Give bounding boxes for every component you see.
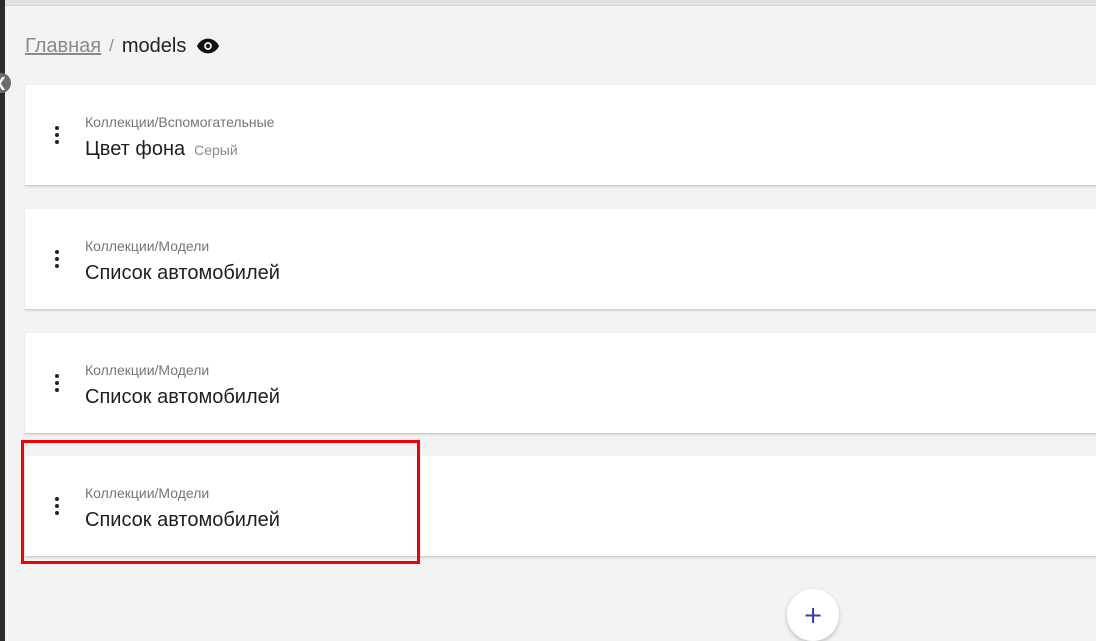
list-item[interactable]: Коллекции/Вспомогательные Цвет фона Серы… bbox=[25, 85, 1096, 186]
more-vertical-icon[interactable] bbox=[47, 247, 67, 271]
card-title-row: Список автомобилей bbox=[85, 262, 280, 285]
card-value: Серый bbox=[194, 142, 238, 158]
card-path: Коллекции/Модели bbox=[85, 485, 210, 501]
add-button[interactable]: + bbox=[787, 589, 839, 641]
card-title: Цвет фона bbox=[85, 138, 186, 160]
breadcrumb-home-link[interactable]: Главная bbox=[25, 35, 101, 58]
breadcrumb-separator: / bbox=[109, 36, 114, 55]
more-vertical-icon[interactable] bbox=[47, 123, 67, 147]
more-vertical-icon[interactable] bbox=[47, 494, 67, 518]
card-title: Список автомобилей bbox=[85, 509, 280, 531]
breadcrumb-current: models bbox=[121, 34, 187, 57]
top-border bbox=[0, 0, 1096, 6]
breadcrumb: Главная / models bbox=[25, 33, 220, 59]
card-title: Список автомобилей bbox=[85, 386, 280, 408]
left-panel-edge bbox=[0, 0, 5, 641]
list-item[interactable]: Коллекции/Модели Список автомобилей bbox=[25, 456, 1096, 557]
card-title-row: Список автомобилей bbox=[85, 386, 280, 409]
list-item[interactable]: Коллекции/Модели Список автомобилей bbox=[25, 333, 1096, 434]
card-title: Список автомобилей bbox=[85, 262, 280, 284]
list-item[interactable]: Коллекции/Модели Список автомобилей bbox=[25, 209, 1096, 310]
card-title-row: Список автомобилей bbox=[85, 509, 280, 532]
more-vertical-icon[interactable] bbox=[47, 371, 67, 395]
card-path: Коллекции/Вспомогательные bbox=[85, 114, 275, 130]
card-title-row: Цвет фона Серый bbox=[85, 138, 238, 161]
chevron-left-icon[interactable]: ❮ bbox=[0, 73, 11, 93]
eye-icon[interactable] bbox=[197, 38, 220, 54]
card-path: Коллекции/Модели bbox=[85, 238, 210, 254]
card-path: Коллекции/Модели bbox=[85, 362, 210, 378]
